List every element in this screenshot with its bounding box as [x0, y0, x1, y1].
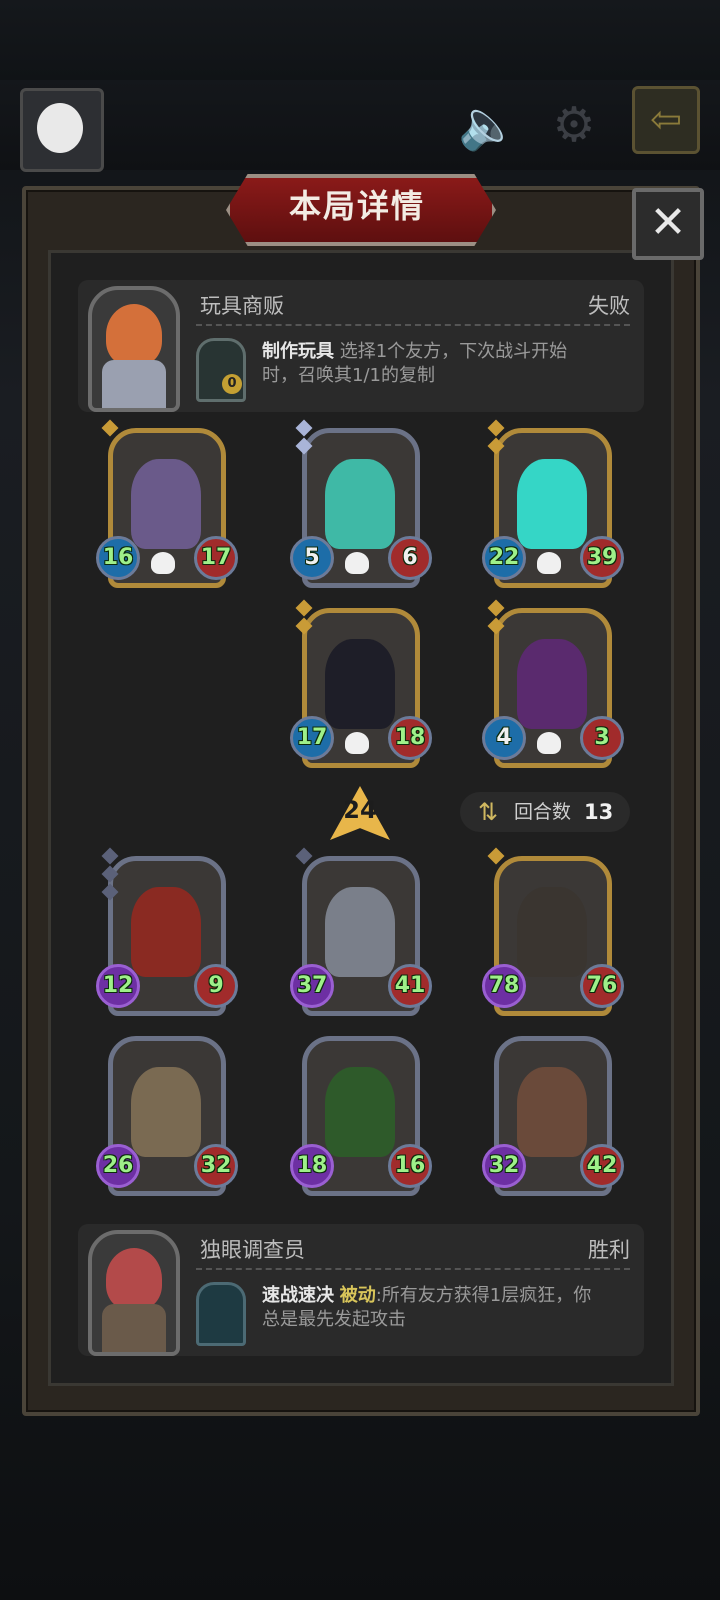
health-stat: 32 [194, 1144, 238, 1188]
attack-stat: 32 [482, 1144, 526, 1188]
mute-icon[interactable]: 🔈 [458, 95, 518, 155]
skill-cost-badge: 0 [222, 374, 242, 394]
health-stat: 76 [580, 964, 624, 1008]
health-stat: 6 [388, 536, 432, 580]
health-stat: 9 [194, 964, 238, 1008]
attack-stat: 5 [290, 536, 334, 580]
player-skill: 速战速决 被动:所有友方获得1层疯狂，你总是最先发起攻击 [262, 1284, 602, 1332]
divider [196, 1268, 630, 1270]
opponent-name: 玩具商贩 [200, 294, 284, 318]
unit-art [517, 639, 587, 729]
player-unit[interactable]: 26 32 [96, 1036, 238, 1198]
portrait-body [102, 1304, 166, 1352]
divider [196, 324, 630, 326]
unit-art [517, 887, 587, 977]
back-button[interactable]: ⇦ [632, 86, 700, 154]
close-icon: ✕ [649, 197, 687, 248]
opponent-unit[interactable]: 22 39 [482, 419, 624, 590]
health-stat: 42 [580, 1144, 624, 1188]
attack-stat: 78 [482, 964, 526, 1008]
skull-icon [537, 552, 561, 574]
skull-icon [537, 732, 561, 754]
close-button[interactable]: ✕ [632, 188, 704, 260]
avatar-button[interactable] [20, 88, 104, 172]
top-bar [0, 80, 720, 170]
player-result: 胜利 [588, 1238, 630, 1262]
tier-pips [295, 419, 313, 458]
health-stat: 41 [388, 964, 432, 1008]
health-stat: 16 [388, 1144, 432, 1188]
round-value: 13 [584, 800, 614, 824]
opponent-unit[interactable]: 5 6 [290, 419, 432, 590]
attack-stat: 16 [96, 536, 140, 580]
player-level: 24 [343, 796, 377, 824]
player-portrait [88, 1230, 180, 1356]
avatar-icon [37, 103, 83, 153]
portrait-body [102, 360, 166, 408]
player-unit[interactable]: 32 42 [482, 1036, 624, 1198]
health-stat: 3 [580, 716, 624, 760]
unit-art [131, 459, 201, 549]
crystal-skill-icon[interactable] [196, 1282, 246, 1346]
tier-pips [487, 847, 505, 868]
attack-stat: 26 [96, 1144, 140, 1188]
unit-art [325, 887, 395, 977]
unit-art [517, 1067, 587, 1157]
skill-tag: 被动 [339, 1285, 376, 1306]
player-unit[interactable]: 37 41 [290, 847, 432, 1018]
health-stat: 18 [388, 716, 432, 760]
attack-stat: 37 [290, 964, 334, 1008]
unit-art [325, 1067, 395, 1157]
tier-pips [295, 599, 313, 638]
unit-art [325, 639, 395, 729]
round-icon: ⇅ [477, 798, 499, 826]
opponent-portrait [88, 286, 180, 412]
unit-art [325, 459, 395, 549]
opponent-unit[interactable]: 17 18 [290, 599, 432, 770]
unit-art [131, 887, 201, 977]
settings-icon[interactable]: ⚙ [544, 95, 604, 155]
attack-stat: 12 [96, 964, 140, 1008]
portrait-hair [106, 1248, 162, 1310]
tier-pips [487, 419, 505, 458]
health-stat: 17 [194, 536, 238, 580]
opponent-result: 失败 [588, 294, 630, 318]
player-unit[interactable]: 18 16 [290, 1036, 432, 1198]
player-unit[interactable]: 12 9 [96, 847, 238, 1018]
opponent-card: 玩具商贩 失败 0 制作玩具 选择1个友方，下次战斗开始时，召唤其1/1的复制 [78, 280, 644, 412]
opponent-skill: 制作玩具 选择1个友方，下次战斗开始时，召唤其1/1的复制 [262, 340, 602, 388]
attack-stat: 22 [482, 536, 526, 580]
health-stat: 39 [580, 536, 624, 580]
round-label: 回合数 [514, 801, 572, 823]
unit-art [131, 1067, 201, 1157]
player-unit[interactable]: 78 76 [482, 847, 624, 1018]
attack-stat: 18 [290, 1144, 334, 1188]
skull-icon [345, 732, 369, 754]
skill-name: 制作玩具 [262, 341, 334, 362]
player-card: 独眼调查员 胜利 速战速决 被动:所有友方获得1层疯狂，你总是最先发起攻击 [78, 1224, 644, 1356]
skill-name: 速战速决 [262, 1285, 334, 1306]
unit-art [517, 459, 587, 549]
back-icon: ⇦ [650, 97, 682, 141]
toy-skill-icon[interactable] [196, 338, 246, 402]
player-name: 独眼调查员 [200, 1238, 305, 1262]
tier-pips [101, 847, 119, 904]
dialog-title: 本局详情 [288, 187, 425, 225]
tier-pips [295, 847, 313, 868]
skull-icon [151, 552, 175, 574]
opponent-unit[interactable]: 4 3 [482, 599, 624, 770]
attack-stat: 4 [482, 716, 526, 760]
tier-pips [101, 419, 119, 440]
skull-icon [345, 552, 369, 574]
opponent-unit[interactable]: 16 17 [96, 419, 238, 590]
attack-stat: 17 [290, 716, 334, 760]
tier-pips [487, 599, 505, 638]
portrait-hair [106, 304, 162, 366]
